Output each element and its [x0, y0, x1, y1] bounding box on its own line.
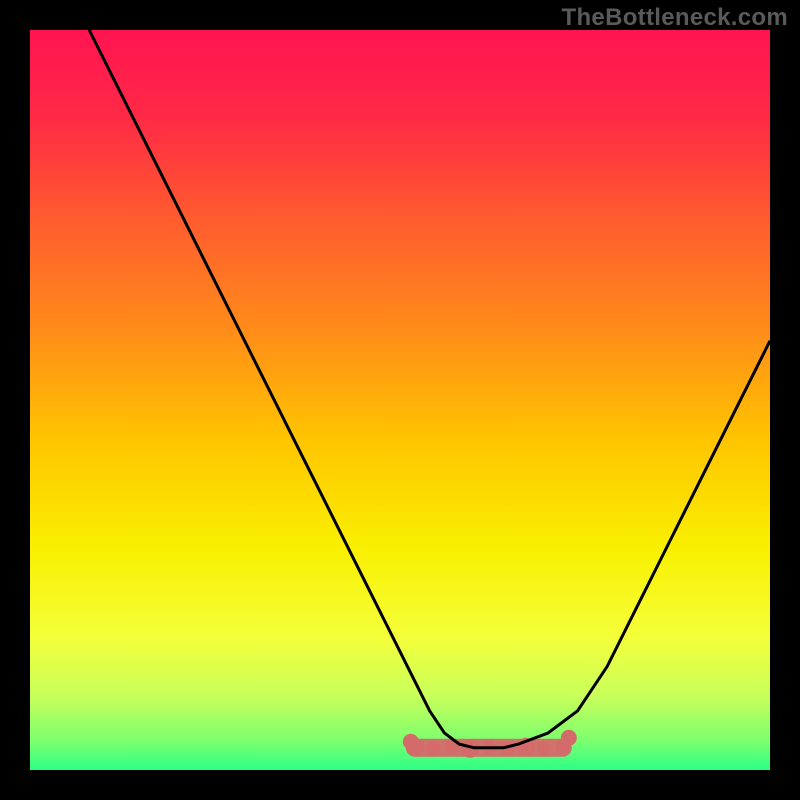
watermark-text: TheBottleneck.com [562, 4, 788, 32]
chart-frame: TheBottleneck.com [0, 0, 800, 800]
bottleneck-plot [30, 30, 770, 770]
gradient-background [30, 30, 770, 770]
plot-area [30, 30, 770, 770]
